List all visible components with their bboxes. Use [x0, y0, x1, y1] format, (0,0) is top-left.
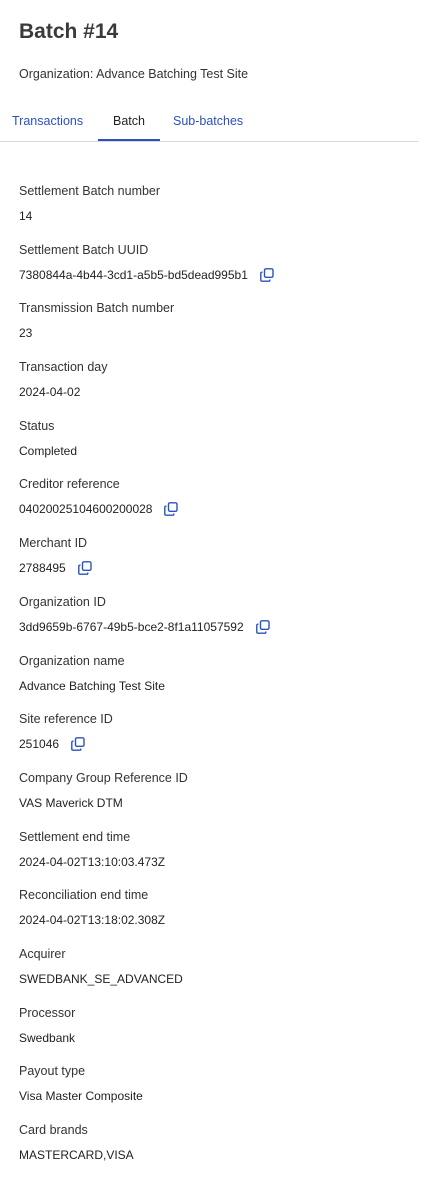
field-value: 2024-04-02T13:10:03.473Z: [19, 854, 166, 869]
field-value: MASTERCARD,VISA: [19, 1148, 134, 1162]
field-transaction-day: Transaction day 2024-04-02: [19, 359, 419, 418]
tab-sub-batches[interactable]: Sub-batches: [173, 104, 243, 140]
field-label: Settlement end time: [19, 829, 131, 844]
field-value: SWEDBANK_SE_ADVANCED: [19, 971, 183, 986]
field-creditor-reference: Creditor reference 04020025104600200028: [19, 476, 419, 535]
copy-icon[interactable]: [164, 502, 179, 517]
field-settlement-batch-number: Settlement Batch number 14: [19, 183, 419, 242]
field-label: Payout type: [19, 1064, 86, 1079]
field-organization-id: Organization ID 3dd9659b-6767-49b5-bce2-…: [19, 594, 419, 653]
field-company-group-reference-id: Company Group Reference ID VAS Maverick …: [19, 770, 419, 829]
field-label: Card brands: [19, 1123, 88, 1137]
copy-icon[interactable]: [255, 619, 270, 634]
page-title: Batch #14: [19, 20, 119, 43]
field-organization-name: Organization name Advance Batching Test …: [19, 653, 419, 712]
field-value: Swedbank: [19, 1030, 76, 1045]
field-label: Organization name: [19, 653, 125, 668]
field-merchant-id: Merchant ID 2788495: [19, 535, 419, 594]
field-value: Advance Batching Test Site: [19, 678, 165, 693]
field-card-brands: Card brands MASTERCARD,VISA: [19, 1122, 419, 1181]
field-label: Organization ID: [19, 594, 106, 609]
field-label: Merchant ID: [19, 536, 88, 551]
copy-icon[interactable]: [77, 561, 92, 576]
field-label: Settlement Batch UUID: [19, 242, 149, 257]
field-value: 2788495: [19, 561, 66, 576]
field-value: 7380844a-4b44-3cd1-a5b5-bd5dead995b1: [19, 267, 248, 282]
field-status: Status Completed: [19, 418, 419, 477]
field-value: 2024-04-02: [19, 385, 81, 400]
field-label: Creditor reference: [19, 477, 120, 492]
field-label: Company Group Reference ID: [19, 770, 188, 785]
field-label: Site reference ID: [19, 712, 113, 727]
batch-details: Settlement Batch number 14 Settlement Ba…: [19, 183, 419, 1181]
field-label: Status: [19, 418, 55, 433]
field-value: 14: [19, 209, 33, 223]
field-value: 23: [19, 326, 33, 341]
field-label: Acquirer: [19, 946, 66, 961]
field-label: Processor: [19, 1005, 76, 1020]
field-value: 04020025104600200028: [19, 502, 153, 517]
field-value: 3dd9659b-6767-49b5-bce2-8f1a11057592: [19, 619, 244, 634]
copy-icon[interactable]: [71, 737, 85, 752]
field-site-reference-id: Site reference ID 251046: [19, 711, 419, 770]
field-settlement-batch-uuid: Settlement Batch UUID 7380844a-4b44-3cd1…: [19, 242, 419, 301]
copy-icon[interactable]: [259, 267, 274, 282]
field-transmission-batch-number: Transmission Batch number 23: [19, 300, 419, 359]
field-payout-type: Payout type Visa Master Composite: [19, 1063, 419, 1122]
field-label: Transmission Batch number: [19, 301, 175, 316]
field-label: Transaction day: [19, 360, 108, 375]
field-value: Completed: [19, 443, 78, 458]
field-label: Settlement Batch number: [19, 184, 161, 198]
tab-batch[interactable]: Batch: [98, 104, 160, 141]
tab-bar: Transactions Batch Sub-batches: [0, 104, 419, 142]
field-value: 251046: [19, 737, 60, 752]
tab-transactions[interactable]: Transactions: [12, 104, 83, 140]
field-value: Visa Master Composite: [19, 1089, 143, 1104]
field-settlement-end-time: Settlement end time 2024-04-02T13:10:03.…: [19, 829, 419, 888]
field-reconciliation-end-time: Reconciliation end time 2024-04-02T13:18…: [19, 887, 419, 946]
field-processor: Processor Swedbank: [19, 1005, 419, 1064]
field-label: Reconciliation end time: [19, 888, 149, 903]
field-value: VAS Maverick DTM: [19, 795, 123, 810]
organization-subtitle: Organization: Advance Batching Test Site: [19, 67, 249, 81]
field-acquirer: Acquirer SWEDBANK_SE_ADVANCED: [19, 946, 419, 1005]
field-value: 2024-04-02T13:18:02.308Z: [19, 913, 166, 928]
